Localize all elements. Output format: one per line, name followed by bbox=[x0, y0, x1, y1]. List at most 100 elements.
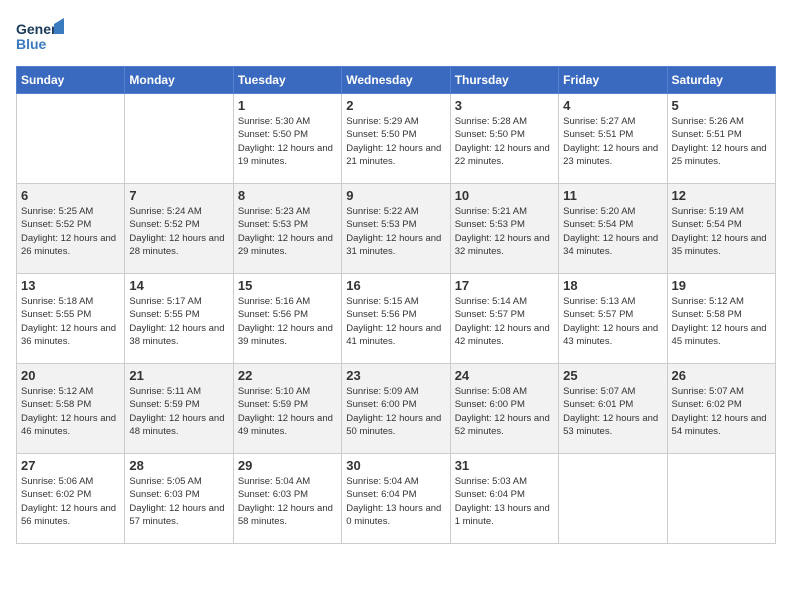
day-cell: 9 Sunrise: 5:22 AMSunset: 5:53 PMDaylight… bbox=[342, 184, 450, 274]
day-cell: 5 Sunrise: 5:26 AMSunset: 5:51 PMDaylight… bbox=[667, 94, 775, 184]
day-info: Sunrise: 5:25 AMSunset: 5:52 PMDaylight:… bbox=[21, 205, 120, 258]
page-header: General Blue bbox=[16, 16, 776, 56]
day-number: 2 bbox=[346, 98, 445, 113]
day-info: Sunrise: 5:05 AMSunset: 6:03 PMDaylight:… bbox=[129, 475, 228, 528]
day-info: Sunrise: 5:11 AMSunset: 5:59 PMDaylight:… bbox=[129, 385, 228, 438]
day-number: 26 bbox=[672, 368, 771, 383]
day-info: Sunrise: 5:28 AMSunset: 5:50 PMDaylight:… bbox=[455, 115, 554, 168]
day-info: Sunrise: 5:04 AMSunset: 6:04 PMDaylight:… bbox=[346, 475, 445, 528]
day-info: Sunrise: 5:12 AMSunset: 5:58 PMDaylight:… bbox=[672, 295, 771, 348]
day-cell: 26 Sunrise: 5:07 AMSunset: 6:02 PMDayligh… bbox=[667, 364, 775, 454]
day-cell: 12 Sunrise: 5:19 AMSunset: 5:54 PMDayligh… bbox=[667, 184, 775, 274]
day-cell: 23Sunrise: 5:09 AMSunset: 6:00 PMDayligh… bbox=[342, 364, 450, 454]
day-number: 1 bbox=[238, 98, 337, 113]
day-number: 3 bbox=[455, 98, 554, 113]
day-cell: 31 Sunrise: 5:03 AMSunset: 6:04 PMDayligh… bbox=[450, 454, 558, 544]
day-cell: 7 Sunrise: 5:24 AMSunset: 5:52 PMDaylight… bbox=[125, 184, 233, 274]
week-row-5: 27 Sunrise: 5:06 AMSunset: 6:02 PMDayligh… bbox=[17, 454, 776, 544]
day-cell: 25Sunrise: 5:07 AMSunset: 6:01 PMDayligh… bbox=[559, 364, 667, 454]
svg-text:Blue: Blue bbox=[16, 36, 47, 52]
day-number: 11 bbox=[563, 188, 662, 203]
calendar-table: SundayMondayTuesdayWednesdayThursdayFrid… bbox=[16, 66, 776, 544]
day-info: Sunrise: 5:21 AMSunset: 5:53 PMDaylight:… bbox=[455, 205, 554, 258]
day-cell bbox=[559, 454, 667, 544]
day-number: 10 bbox=[455, 188, 554, 203]
day-number: 14 bbox=[129, 278, 228, 293]
day-number: 28 bbox=[129, 458, 228, 473]
day-info: Sunrise: 5:18 AMSunset: 5:55 PMDaylight:… bbox=[21, 295, 120, 348]
day-number: 27 bbox=[21, 458, 120, 473]
day-info: Sunrise: 5:19 AMSunset: 5:54 PMDaylight:… bbox=[672, 205, 771, 258]
day-info: Sunrise: 5:16 AMSunset: 5:56 PMDaylight:… bbox=[238, 295, 337, 348]
day-cell: 3 Sunrise: 5:28 AMSunset: 5:50 PMDaylight… bbox=[450, 94, 558, 184]
day-info: Sunrise: 5:07 AMSunset: 6:02 PMDaylight:… bbox=[672, 385, 771, 438]
day-number: 17 bbox=[455, 278, 554, 293]
day-number: 8 bbox=[238, 188, 337, 203]
day-info: Sunrise: 5:20 AMSunset: 5:54 PMDaylight:… bbox=[563, 205, 662, 258]
logo: General Blue bbox=[16, 16, 68, 56]
day-info: Sunrise: 5:13 AMSunset: 5:57 PMDaylight:… bbox=[563, 295, 662, 348]
day-number: 13 bbox=[21, 278, 120, 293]
day-number: 12 bbox=[672, 188, 771, 203]
day-cell: 29Sunrise: 5:04 AMSunset: 6:03 PMDayligh… bbox=[233, 454, 341, 544]
day-cell: 4 Sunrise: 5:27 AMSunset: 5:51 PMDaylight… bbox=[559, 94, 667, 184]
day-number: 31 bbox=[455, 458, 554, 473]
day-info: Sunrise: 5:12 AMSunset: 5:58 PMDaylight:… bbox=[21, 385, 120, 438]
day-info: Sunrise: 5:03 AMSunset: 6:04 PMDaylight:… bbox=[455, 475, 554, 528]
day-cell: 2Sunrise: 5:29 AMSunset: 5:50 PMDaylight… bbox=[342, 94, 450, 184]
day-cell: 22 Sunrise: 5:10 AMSunset: 5:59 PMDayligh… bbox=[233, 364, 341, 454]
day-info: Sunrise: 5:04 AMSunset: 6:03 PMDaylight:… bbox=[238, 475, 337, 528]
day-number: 9 bbox=[346, 188, 445, 203]
day-number: 5 bbox=[672, 98, 771, 113]
day-cell: 6Sunrise: 5:25 AMSunset: 5:52 PMDaylight… bbox=[17, 184, 125, 274]
day-cell: 18 Sunrise: 5:13 AMSunset: 5:57 PMDayligh… bbox=[559, 274, 667, 364]
day-info: Sunrise: 5:26 AMSunset: 5:51 PMDaylight:… bbox=[672, 115, 771, 168]
day-cell: 1 Sunrise: 5:30 AMSunset: 5:50 PMDaylight… bbox=[233, 94, 341, 184]
day-info: Sunrise: 5:08 AMSunset: 6:00 PMDaylight:… bbox=[455, 385, 554, 438]
day-number: 21 bbox=[129, 368, 228, 383]
day-number: 16 bbox=[346, 278, 445, 293]
day-cell: 27 Sunrise: 5:06 AMSunset: 6:02 PMDayligh… bbox=[17, 454, 125, 544]
week-row-1: 1 Sunrise: 5:30 AMSunset: 5:50 PMDaylight… bbox=[17, 94, 776, 184]
week-row-2: 6Sunrise: 5:25 AMSunset: 5:52 PMDaylight… bbox=[17, 184, 776, 274]
day-cell: 28 Sunrise: 5:05 AMSunset: 6:03 PMDayligh… bbox=[125, 454, 233, 544]
day-number: 18 bbox=[563, 278, 662, 293]
day-cell: 20 Sunrise: 5:12 AMSunset: 5:58 PMDayligh… bbox=[17, 364, 125, 454]
column-header-monday: Monday bbox=[125, 67, 233, 94]
day-cell bbox=[125, 94, 233, 184]
column-header-thursday: Thursday bbox=[450, 67, 558, 94]
week-row-4: 20 Sunrise: 5:12 AMSunset: 5:58 PMDayligh… bbox=[17, 364, 776, 454]
day-cell: 16 Sunrise: 5:15 AMSunset: 5:56 PMDayligh… bbox=[342, 274, 450, 364]
day-info: Sunrise: 5:15 AMSunset: 5:56 PMDaylight:… bbox=[346, 295, 445, 348]
day-cell: 19Sunrise: 5:12 AMSunset: 5:58 PMDayligh… bbox=[667, 274, 775, 364]
day-number: 22 bbox=[238, 368, 337, 383]
day-cell: 13 Sunrise: 5:18 AMSunset: 5:55 PMDayligh… bbox=[17, 274, 125, 364]
day-number: 4 bbox=[563, 98, 662, 113]
day-cell bbox=[667, 454, 775, 544]
week-row-3: 13 Sunrise: 5:18 AMSunset: 5:55 PMDayligh… bbox=[17, 274, 776, 364]
day-info: Sunrise: 5:10 AMSunset: 5:59 PMDaylight:… bbox=[238, 385, 337, 438]
day-number: 25 bbox=[563, 368, 662, 383]
day-cell: 8 Sunrise: 5:23 AMSunset: 5:53 PMDaylight… bbox=[233, 184, 341, 274]
day-info: Sunrise: 5:24 AMSunset: 5:52 PMDaylight:… bbox=[129, 205, 228, 258]
day-cell: 14 Sunrise: 5:17 AMSunset: 5:55 PMDayligh… bbox=[125, 274, 233, 364]
day-info: Sunrise: 5:17 AMSunset: 5:55 PMDaylight:… bbox=[129, 295, 228, 348]
day-info: Sunrise: 5:06 AMSunset: 6:02 PMDaylight:… bbox=[21, 475, 120, 528]
day-info: Sunrise: 5:27 AMSunset: 5:51 PMDaylight:… bbox=[563, 115, 662, 168]
day-cell: 24 Sunrise: 5:08 AMSunset: 6:00 PMDayligh… bbox=[450, 364, 558, 454]
day-number: 20 bbox=[21, 368, 120, 383]
day-number: 15 bbox=[238, 278, 337, 293]
day-number: 7 bbox=[129, 188, 228, 203]
day-info: Sunrise: 5:09 AMSunset: 6:00 PMDaylight:… bbox=[346, 385, 445, 438]
day-info: Sunrise: 5:23 AMSunset: 5:53 PMDaylight:… bbox=[238, 205, 337, 258]
day-info: Sunrise: 5:14 AMSunset: 5:57 PMDaylight:… bbox=[455, 295, 554, 348]
column-header-saturday: Saturday bbox=[667, 67, 775, 94]
day-cell: 17 Sunrise: 5:14 AMSunset: 5:57 PMDayligh… bbox=[450, 274, 558, 364]
logo-icon: General Blue bbox=[16, 16, 64, 56]
day-info: Sunrise: 5:30 AMSunset: 5:50 PMDaylight:… bbox=[238, 115, 337, 168]
day-number: 24 bbox=[455, 368, 554, 383]
day-info: Sunrise: 5:22 AMSunset: 5:53 PMDaylight:… bbox=[346, 205, 445, 258]
day-number: 30 bbox=[346, 458, 445, 473]
day-cell: 10 Sunrise: 5:21 AMSunset: 5:53 PMDayligh… bbox=[450, 184, 558, 274]
day-cell: 11 Sunrise: 5:20 AMSunset: 5:54 PMDayligh… bbox=[559, 184, 667, 274]
